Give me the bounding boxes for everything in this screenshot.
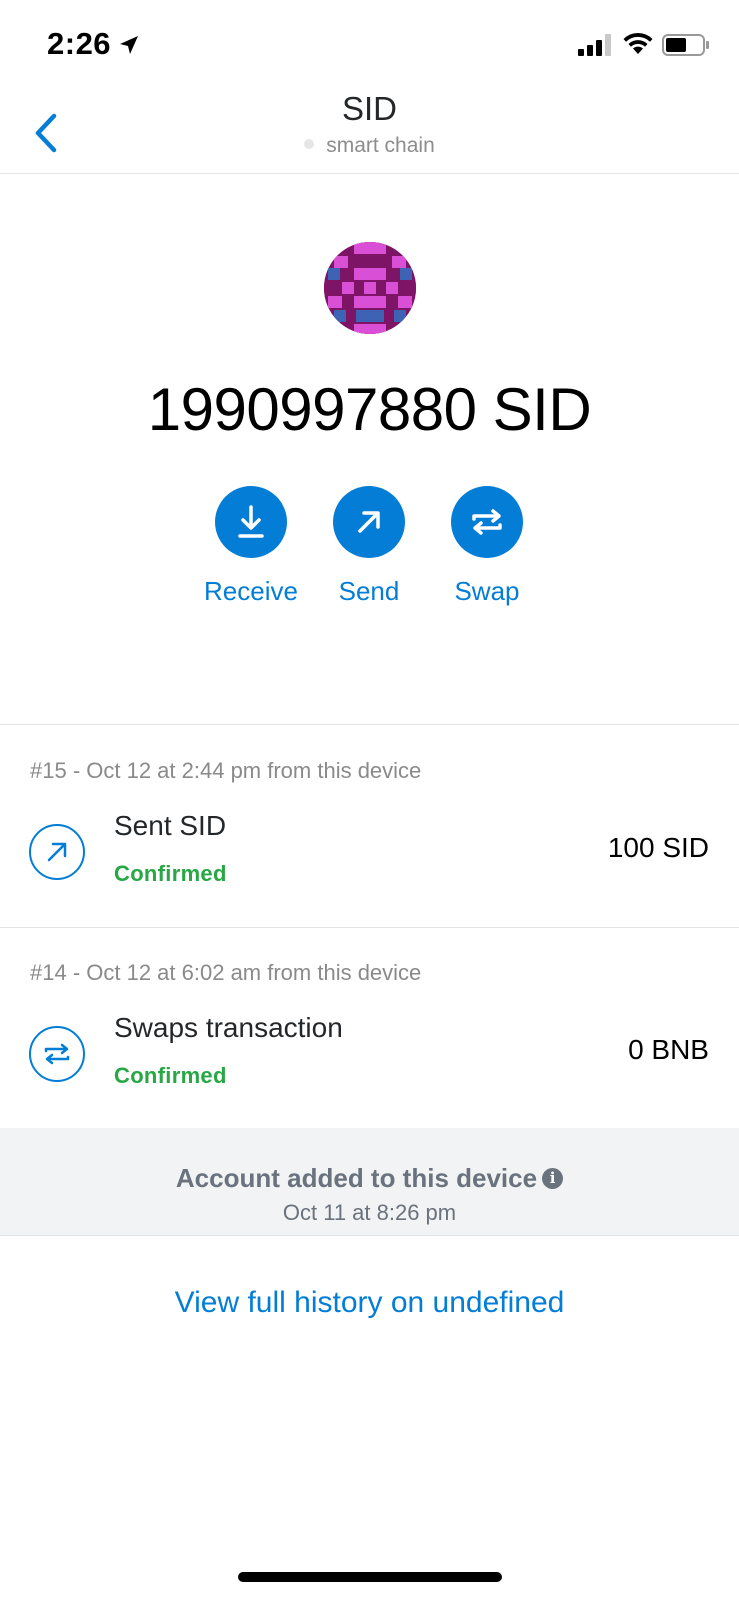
network-status-dot-icon [304, 139, 315, 150]
view-full-history-link[interactable]: View full history on undefined [0, 1286, 739, 1320]
token-balance: 1990997880 SID [147, 376, 592, 443]
receive-button-circle[interactable] [215, 486, 287, 558]
swap-button[interactable]: Swap [427, 486, 547, 607]
send-arrow-icon [47, 842, 67, 862]
send-button[interactable]: Send [309, 486, 429, 607]
transaction-title: Swaps transaction [114, 1012, 343, 1043]
send-button-label[interactable]: Send [309, 576, 429, 607]
section-divider [0, 724, 739, 725]
swap-icon [472, 509, 502, 535]
receive-icon [238, 505, 264, 538]
transaction-status: Confirmed [114, 861, 227, 886]
token-identicon-icon [324, 242, 416, 334]
swap-button-circle[interactable] [451, 486, 523, 558]
transaction-meta: #14 - Oct 12 at 6:02 am from this device [30, 960, 422, 985]
transaction-title: Sent SID [114, 810, 227, 841]
cellular-signal-icon [578, 34, 611, 56]
network-name: smart chain [326, 134, 435, 157]
home-indicator[interactable] [238, 1572, 502, 1582]
status-bar: 2:26 [0, 0, 739, 88]
transaction-amount: 100 SID [607, 832, 709, 863]
battery-icon [662, 34, 709, 56]
receive-button-label[interactable]: Receive [191, 576, 311, 607]
navigation-bar: SID smart chain [0, 88, 739, 174]
location-arrow-icon [120, 36, 138, 54]
account-added-title: Account added to this device i [0, 1163, 739, 1194]
page-title: SID [341, 90, 397, 127]
send-button-circle[interactable] [333, 486, 405, 558]
network-label: smart chain [0, 134, 739, 158]
swap-icon [44, 1043, 70, 1065]
wifi-icon [623, 32, 653, 54]
transaction-type-badge [29, 1026, 85, 1082]
swap-button-label[interactable]: Swap [427, 576, 547, 607]
account-added-text: Account added to this device [175, 1163, 538, 1193]
transaction-row[interactable]: #15 - Oct 12 at 2:44 pm from this device… [0, 726, 739, 926]
receive-button[interactable]: Receive [191, 486, 311, 607]
transaction-status: Confirmed [114, 1063, 227, 1088]
token-avatar [324, 242, 416, 334]
account-added-date: Oct 11 at 8:26 pm [282, 1200, 457, 1225]
transaction-meta: #15 - Oct 12 at 2:44 pm from this device [30, 758, 422, 783]
transaction-amount: 0 BNB [628, 1034, 709, 1065]
send-arrow-icon [358, 511, 380, 533]
status-time: 2:26 [47, 26, 112, 61]
transaction-type-badge [29, 824, 85, 880]
info-icon[interactable]: i [542, 1167, 564, 1189]
transaction-row[interactable]: #14 - Oct 12 at 6:02 am from this device… [0, 928, 739, 1128]
account-added-banner: Account added to this device i Oct 11 at … [0, 1128, 739, 1236]
